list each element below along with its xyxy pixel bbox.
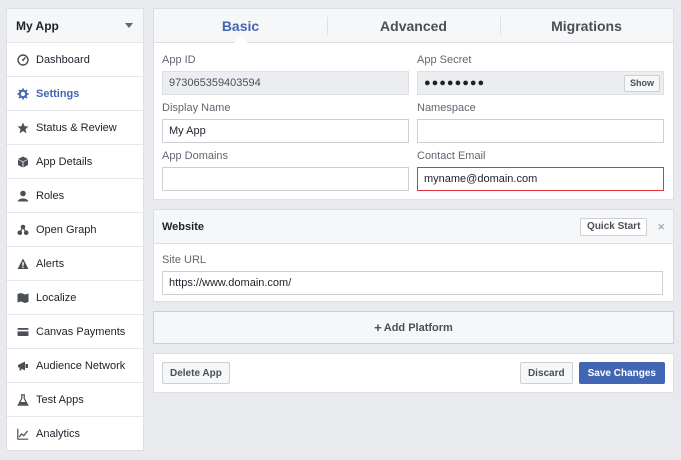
chart-icon (17, 428, 29, 440)
star-icon (17, 122, 29, 134)
website-header: Website Quick Start × (154, 210, 673, 244)
sidebar: My App Dashboard Settings Status & Revie… (6, 8, 144, 451)
quick-start-button[interactable]: Quick Start (580, 217, 648, 236)
sidebar-item-dashboard[interactable]: Dashboard (7, 43, 143, 77)
display-name-input[interactable]: My App (162, 119, 409, 143)
graph-icon (17, 224, 29, 236)
person-icon (17, 190, 29, 202)
delete-app-button[interactable]: Delete App (162, 362, 230, 384)
flask-icon (17, 393, 29, 406)
sidebar-item-app-details[interactable]: App Details (7, 145, 143, 179)
gear-icon (17, 88, 29, 100)
add-platform-label: Add Platform (383, 321, 453, 334)
app-id-field-group: App ID 973065359403594 (162, 53, 409, 95)
sidebar-item-label: Canvas Payments (36, 325, 126, 338)
close-icon[interactable]: × (657, 220, 665, 233)
sidebar-item-label: Alerts (36, 257, 65, 270)
contact-email-label: Contact Email (417, 150, 486, 162)
tab-bar: Basic Advanced Migrations (154, 9, 673, 43)
app-domains-label: App Domains (162, 150, 229, 162)
sidebar-item-status-review[interactable]: Status & Review (7, 111, 143, 145)
website-platform-card: Website Quick Start × Site URL https://w… (153, 209, 674, 302)
sidebar-item-test-apps[interactable]: Test Apps (7, 383, 143, 417)
sidebar-item-audience-network[interactable]: Audience Network (7, 349, 143, 383)
tab-advanced[interactable]: Advanced (327, 9, 500, 42)
display-name-label: Display Name (162, 102, 231, 114)
namespace-field-group: Namespace (417, 101, 664, 143)
site-url-value: https://www.domain.com/ (169, 277, 292, 289)
discard-button[interactable]: Discard (519, 362, 573, 384)
app-id-field: 973065359403594 (162, 71, 409, 95)
sidebar-item-analytics[interactable]: Analytics (7, 417, 143, 451)
sidebar-item-label: Localize (36, 291, 77, 304)
sidebar-item-label: Audience Network (36, 359, 126, 372)
site-url-input[interactable]: https://www.domain.com/ (162, 271, 663, 295)
caret-down-icon (125, 23, 133, 28)
display-name-field-group: Display Name My App (162, 101, 409, 143)
sidebar-item-roles[interactable]: Roles (7, 179, 143, 213)
sidebar-item-canvas-payments[interactable]: Canvas Payments (7, 315, 143, 349)
tab-migrations[interactable]: Migrations (500, 9, 673, 42)
credit-card-icon (17, 326, 29, 338)
sidebar-item-label: Roles (36, 189, 65, 202)
app-selector-label: My App (16, 18, 59, 33)
sidebar-item-alerts[interactable]: Alerts (7, 247, 143, 281)
sidebar-item-open-graph[interactable]: Open Graph (7, 213, 143, 247)
sidebar-item-label: Dashboard (36, 53, 90, 66)
save-changes-button[interactable]: Save Changes (578, 362, 665, 384)
app-secret-value: ●●●●●●●● (424, 77, 486, 89)
contact-email-field-group: Contact Email myname@domain.com (417, 149, 664, 191)
contact-email-input[interactable]: myname@domain.com (417, 167, 664, 191)
app-selector[interactable]: My App (7, 9, 143, 43)
tab-basic[interactable]: Basic (154, 9, 327, 43)
app-id-label: App ID (162, 54, 196, 66)
sidebar-item-label: Settings (36, 87, 80, 100)
add-platform-button[interactable]: + Add Platform (153, 311, 674, 344)
site-url-label: Site URL (162, 254, 207, 266)
app-id-value: 973065359403594 (169, 77, 261, 89)
app-domains-field-group: App Domains (162, 149, 409, 191)
app-secret-field: ●●●●●●●● Show (417, 71, 664, 95)
megaphone-icon (17, 360, 29, 372)
namespace-input[interactable] (417, 119, 664, 143)
sidebar-item-label: App Details (36, 155, 93, 168)
sidebar-item-label: Status & Review (36, 121, 117, 134)
app-secret-label: App Secret (417, 54, 472, 66)
namespace-label: Namespace (417, 102, 476, 114)
cube-icon (17, 156, 29, 168)
app-domains-input[interactable] (162, 167, 409, 191)
sidebar-item-label: Open Graph (36, 223, 97, 236)
action-bar: Delete App Discard Save Changes (153, 353, 674, 393)
contact-email-value: myname@domain.com (424, 173, 538, 185)
dashboard-icon (17, 53, 29, 66)
app-secret-field-group: App Secret ●●●●●●●● Show (417, 53, 664, 95)
plus-icon: + (374, 320, 382, 335)
sidebar-item-label: Test Apps (36, 393, 84, 406)
map-icon (17, 292, 29, 304)
display-name-value: My App (169, 125, 206, 137)
sidebar-item-settings[interactable]: Settings (7, 77, 143, 111)
basic-settings-card: Basic Advanced Migrations App ID 9730653… (153, 8, 674, 200)
site-url-field-group: Site URL https://www.domain.com/ (162, 253, 665, 295)
show-secret-button[interactable]: Show (624, 74, 660, 92)
sidebar-item-label: Analytics (36, 428, 81, 440)
sidebar-item-localize[interactable]: Localize (7, 281, 143, 315)
warning-icon (17, 258, 29, 270)
website-title: Website (162, 220, 204, 233)
